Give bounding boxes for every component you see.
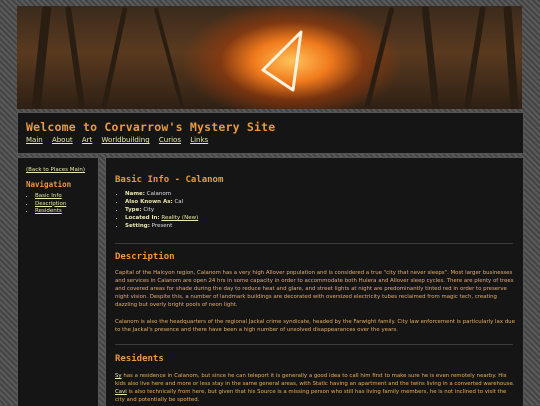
located-in-link[interactable]: Reality (New) [161, 215, 198, 221]
banner-image [17, 6, 522, 109]
resident-link-sy[interactable]: Sy [115, 373, 122, 379]
sidebar-list: Basic Info Description Residents [24, 193, 66, 216]
sidebar: (Back to Places Main) Navigation Basic I… [17, 157, 99, 406]
description-paragraph-1: Capital of the Halcyon region, Calanom h… [115, 270, 514, 308]
divider [115, 243, 513, 244]
sidebar-link-residents[interactable]: Residents [35, 208, 62, 214]
site-title: Welcome to Corvarrow's Mystery Site [26, 120, 276, 134]
info-item-located-in: Located In: Reality (New) [125, 214, 198, 222]
info-item-name: Name: Calanom [125, 190, 198, 198]
sidebar-link-basic-info[interactable]: Basic Info [35, 193, 62, 199]
description-paragraph-2: Calanom is also the headquarters of the … [115, 319, 515, 333]
description-heading: Description [115, 252, 175, 262]
header-panel: Welcome to Corvarrow's Mystery Site Main… [17, 112, 524, 154]
info-label: Setting: [125, 223, 150, 229]
info-value: City [143, 207, 155, 213]
basic-info-list: Name: Calanom Also Known As: Cal Type: C… [115, 190, 198, 230]
info-label: Name: [125, 191, 145, 197]
residents-text: is also technically from here, but given… [115, 389, 507, 403]
info-label: Type: [125, 207, 142, 213]
resident-link-cavi[interactable]: Cavi [115, 389, 127, 395]
residents-text: has a residence in Calanom, but since he… [115, 373, 515, 387]
residents-paragraph: Sy has a residence in Calanom, but since… [115, 372, 515, 404]
nav-link-curios[interactable]: Curios [159, 136, 181, 144]
top-nav: Main About Art Worldbuilding Curios Link… [26, 136, 215, 144]
info-item-aka: Also Known As: Cal [125, 198, 198, 206]
sidebar-link-description[interactable]: Description [35, 201, 66, 207]
back-to-places-link[interactable]: (Back to Places Main) [26, 167, 85, 173]
info-value: Present [151, 223, 173, 229]
info-value: Calanom [146, 191, 172, 197]
sidebar-heading: Navigation [26, 180, 72, 189]
info-value: Cal [174, 199, 184, 205]
info-label: Also Known As: [125, 199, 173, 205]
info-label: Located In: [125, 215, 160, 221]
sidebar-item-basic-info: Basic Info [35, 193, 66, 201]
main-content: Basic Info - Calanom Name: Calanom Also … [105, 157, 524, 406]
nav-link-about[interactable]: About [52, 136, 73, 144]
nav-link-worldbuilding[interactable]: Worldbuilding [102, 136, 150, 144]
residents-heading: Residents [115, 354, 164, 364]
info-item-setting: Setting: Present [125, 222, 198, 230]
basic-info-heading: Basic Info - Calanom [115, 175, 224, 185]
nav-link-links[interactable]: Links [190, 136, 208, 144]
sidebar-item-description: Description [35, 201, 66, 209]
sidebar-item-residents: Residents [35, 208, 66, 216]
nav-link-art[interactable]: Art [82, 136, 92, 144]
divider [115, 344, 513, 345]
nav-link-main[interactable]: Main [26, 136, 43, 144]
info-item-type: Type: City [125, 206, 198, 214]
glowing-triangle-icon [261, 30, 303, 92]
